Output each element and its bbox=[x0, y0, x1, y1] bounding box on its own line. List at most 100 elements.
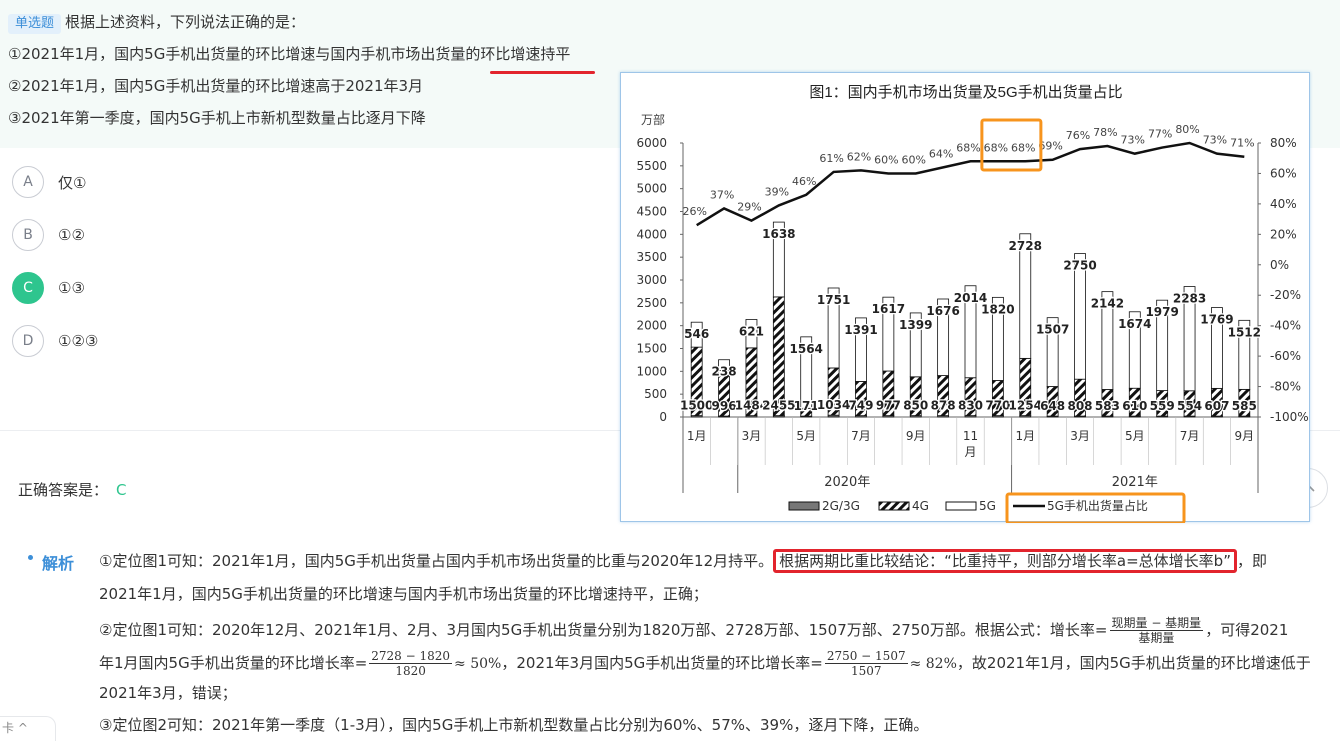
share-label: 39% bbox=[765, 185, 789, 198]
label-5g: 546 bbox=[684, 327, 709, 341]
legend-label-5g: 5G bbox=[979, 499, 996, 513]
share-label: 60% bbox=[902, 153, 926, 166]
x-month-label: 1月 bbox=[1015, 429, 1035, 443]
x-month-label: 3月 bbox=[742, 429, 762, 443]
label-4g: 878 bbox=[931, 399, 956, 413]
label-5g: 1512 bbox=[1228, 325, 1261, 339]
label-5g: 1979 bbox=[1145, 305, 1178, 319]
share-label: 68% bbox=[1011, 141, 1035, 154]
option-d[interactable]: D ①②③ bbox=[12, 325, 98, 357]
fraction-1-numerator: 2728 − 1820 bbox=[369, 649, 453, 664]
y-tick-label: 2000 bbox=[636, 319, 667, 333]
y-tick-label: 5000 bbox=[636, 182, 667, 196]
analysis-line-4: 年1月国内5G手机出货量的环比增长率= 2728 − 1820 1820 ≈ 50%，… bbox=[99, 649, 1311, 678]
x-month-label: 1月 bbox=[687, 429, 707, 443]
label-5g: 621 bbox=[739, 325, 764, 339]
analysis-p1-pre: ①定位图1可知：2021年1月，国内5G手机出货量占国内手机市场出货量的比重与2… bbox=[99, 552, 774, 570]
y2-tick-label: -80% bbox=[1270, 380, 1301, 394]
analysis-p2-line2-b: ，2021年3月国内5G手机出货量的环比增长率= bbox=[501, 654, 823, 672]
label-5g: 1507 bbox=[1036, 323, 1069, 337]
share-label: 68% bbox=[956, 141, 980, 154]
analysis-line-1: ①定位图1可知：2021年1月，国内5G手机出货量占国内手机市场出货量的比重与2… bbox=[99, 549, 1267, 573]
label-5g: 1399 bbox=[899, 318, 932, 332]
y2-tick-label: 20% bbox=[1270, 227, 1297, 241]
statement-3: ③2021年第一季度，国内5G手机上市新机型数量占比逐月下降 bbox=[8, 109, 426, 127]
label-5g: 2283 bbox=[1173, 292, 1206, 306]
chart-popup: 图1：国内手机市场出货量及5G手机出货量占比 万部 0 500 1000 1500 2000… bbox=[620, 72, 1310, 523]
x-month-label: 9月 bbox=[1234, 429, 1254, 443]
share-label: 26% bbox=[682, 205, 706, 218]
label-4g: 749 bbox=[848, 399, 873, 413]
option-a-letter[interactable]: A bbox=[12, 166, 44, 198]
label-4g: 554 bbox=[1177, 399, 1202, 413]
question-stem: 根据上述资料，下列说法正确的是： bbox=[65, 13, 306, 31]
correct-answer-value: C bbox=[116, 481, 127, 499]
label-4g: 996 bbox=[712, 399, 737, 413]
option-b[interactable]: B ①② bbox=[12, 219, 85, 251]
option-b-letter[interactable]: B bbox=[12, 219, 44, 251]
option-c-text[interactable]: ①③ bbox=[58, 279, 85, 297]
analysis-p2-line1: ②定位图1可知：2020年12月、2021年1月、2月、3月国内5G手机出货量分… bbox=[99, 621, 1108, 639]
fraction-2-denominator: 1507 bbox=[850, 664, 882, 678]
label-4g: 171 bbox=[794, 399, 819, 413]
y2-tick-label: -20% bbox=[1270, 288, 1301, 302]
label-5g: 1638 bbox=[762, 227, 795, 241]
formula-denominator: 基期量 bbox=[1138, 631, 1175, 645]
label-4g: 977 bbox=[876, 399, 901, 413]
option-a-text[interactable]: 仅① bbox=[58, 172, 86, 193]
analysis-p2-line2-c: ，故2021年1月，国内5G手机出货量的环比增速低于 bbox=[956, 654, 1311, 672]
label-4g: 770 bbox=[985, 399, 1010, 413]
option-b-text[interactable]: ①② bbox=[58, 226, 85, 244]
legend-label-2g3g: 2G/3G bbox=[822, 499, 860, 513]
share-label: 60% bbox=[874, 153, 898, 166]
y-tick-label: 500 bbox=[644, 387, 667, 401]
analysis-p1-boxed: 根据两期比重比较结论：“比重持平，则部分增长率a=总体增长率b” bbox=[773, 549, 1237, 573]
y2-tick-label: -60% bbox=[1270, 349, 1301, 363]
label-5g: 2142 bbox=[1091, 297, 1124, 311]
y-tick-label: 5500 bbox=[636, 159, 667, 173]
y-tick-label: 3000 bbox=[636, 273, 667, 287]
x-month-label: 9月 bbox=[906, 429, 926, 443]
analysis-p2-line2-a: 年1月国内5G手机出货量的环比增长率= bbox=[99, 654, 368, 672]
label-5g: 238 bbox=[712, 365, 737, 379]
fraction-2-result: ≈ 82% bbox=[909, 656, 957, 672]
option-d-text[interactable]: ①②③ bbox=[58, 332, 98, 350]
label-5g: 1617 bbox=[872, 302, 905, 316]
y-tick-label: 0 bbox=[659, 410, 667, 424]
share-label: 73% bbox=[1203, 134, 1227, 147]
answer-card-tab[interactable]: 卡 ^ bbox=[0, 716, 56, 741]
y-tick-label: 1000 bbox=[636, 364, 667, 378]
analysis-p1-post: ，即 bbox=[1236, 552, 1267, 570]
chart-title: 图1：国内手机市场出货量及5G手机出货量占比 bbox=[809, 84, 1122, 101]
label-4g: 585 bbox=[1232, 399, 1257, 413]
x-month-label: 7月 bbox=[1180, 429, 1200, 443]
analysis-line-5: 2021年3月，错误； bbox=[99, 684, 237, 702]
y2-tick-label: 60% bbox=[1270, 166, 1297, 180]
label-4g: 583 bbox=[1095, 399, 1120, 413]
x-month-label: 5月 bbox=[796, 429, 816, 443]
analysis-line-6: ③定位图2可知：2021年第一季度（1-3月），国内5G手机上市新机型数量占比分… bbox=[99, 716, 929, 734]
analysis-label: 解析 bbox=[42, 554, 75, 573]
legend-label-4g: 4G bbox=[912, 499, 929, 513]
y2-tick-label: -40% bbox=[1270, 319, 1301, 333]
label-4g: 607 bbox=[1204, 399, 1229, 413]
x-month-label: 7月 bbox=[851, 429, 871, 443]
analysis-p2-line1-end: ，可得2021 bbox=[1205, 621, 1289, 639]
option-c-letter[interactable]: C bbox=[12, 272, 44, 304]
option-d-letter[interactable]: D bbox=[12, 325, 44, 357]
label-4g: 610 bbox=[1122, 399, 1147, 413]
option-c[interactable]: C ①③ bbox=[12, 272, 85, 304]
legend-swatch-5g bbox=[945, 501, 977, 511]
share-label: 64% bbox=[929, 147, 953, 160]
fraction-1-result: ≈ 50% bbox=[454, 656, 502, 672]
analysis-line-3: ②定位图1可知：2020年12月、2021年1月、2月、3月国内5G手机出货量分… bbox=[99, 616, 1288, 645]
share-label: 62% bbox=[847, 150, 871, 163]
year-label-2020: 2020年 bbox=[824, 475, 870, 490]
option-a[interactable]: A 仅① bbox=[12, 166, 86, 198]
analysis-bullet bbox=[28, 555, 33, 560]
formula-numerator: 现期量 − 基期量 bbox=[1109, 616, 1204, 631]
x-month-label: 5月 bbox=[1125, 429, 1145, 443]
label-5g: 1564 bbox=[790, 342, 823, 356]
statement-1: ①2021年1月，国内5G手机出货量的环比增速与国内手机市场出货量的环比增速持平 bbox=[8, 45, 571, 63]
y2-tick-label: -100% bbox=[1270, 410, 1309, 424]
